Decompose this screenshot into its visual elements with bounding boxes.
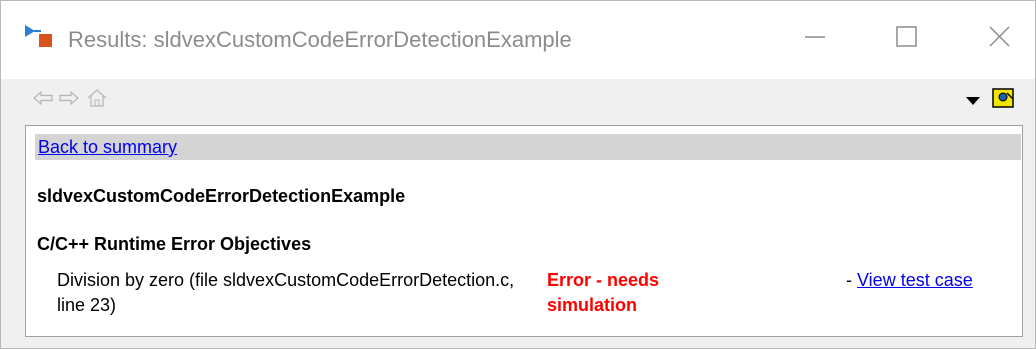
close-button[interactable] [975, 19, 1023, 55]
back-arrow-icon[interactable] [32, 87, 54, 109]
objective-action: - View test case [846, 268, 973, 293]
close-icon [989, 26, 1010, 47]
maximize-icon [896, 26, 917, 47]
toolbar [1, 79, 1035, 119]
window-title: Results: sldvexCustomCodeErrorDetectionE… [68, 27, 572, 52]
help-icon[interactable] [991, 85, 1017, 111]
forward-arrow-icon[interactable] [58, 87, 80, 109]
back-to-summary-link[interactable]: Back to summary [38, 137, 177, 158]
objective-description: Division by zero (file sldvexCustomCodeE… [57, 270, 515, 315]
objective-status: Error - needs simulation [547, 270, 660, 315]
section-title: C/C++ Runtime Error Objectives [37, 234, 312, 254]
dropdown-arrow-icon[interactable] [965, 94, 981, 106]
maximize-button[interactable] [882, 19, 930, 55]
results-window: Results: sldvexCustomCodeErrorDetectionE… [0, 0, 1036, 349]
simulink-design-verifier-icon [23, 21, 55, 53]
minimize-icon [805, 36, 825, 38]
title-bar[interactable]: Results: sldvexCustomCodeErrorDetectionE… [1, 1, 1035, 79]
report-panel: Back to summary sldvexCustomCodeErrorDet… [25, 125, 1023, 337]
action-prefix: - [846, 270, 857, 290]
back-bar: Back to summary [35, 134, 1021, 160]
model-name-heading: sldvexCustomCodeErrorDetectionExample [37, 186, 406, 206]
minimize-button[interactable] [791, 19, 839, 55]
home-icon[interactable] [86, 87, 108, 109]
view-test-case-link[interactable]: View test case [857, 270, 973, 290]
